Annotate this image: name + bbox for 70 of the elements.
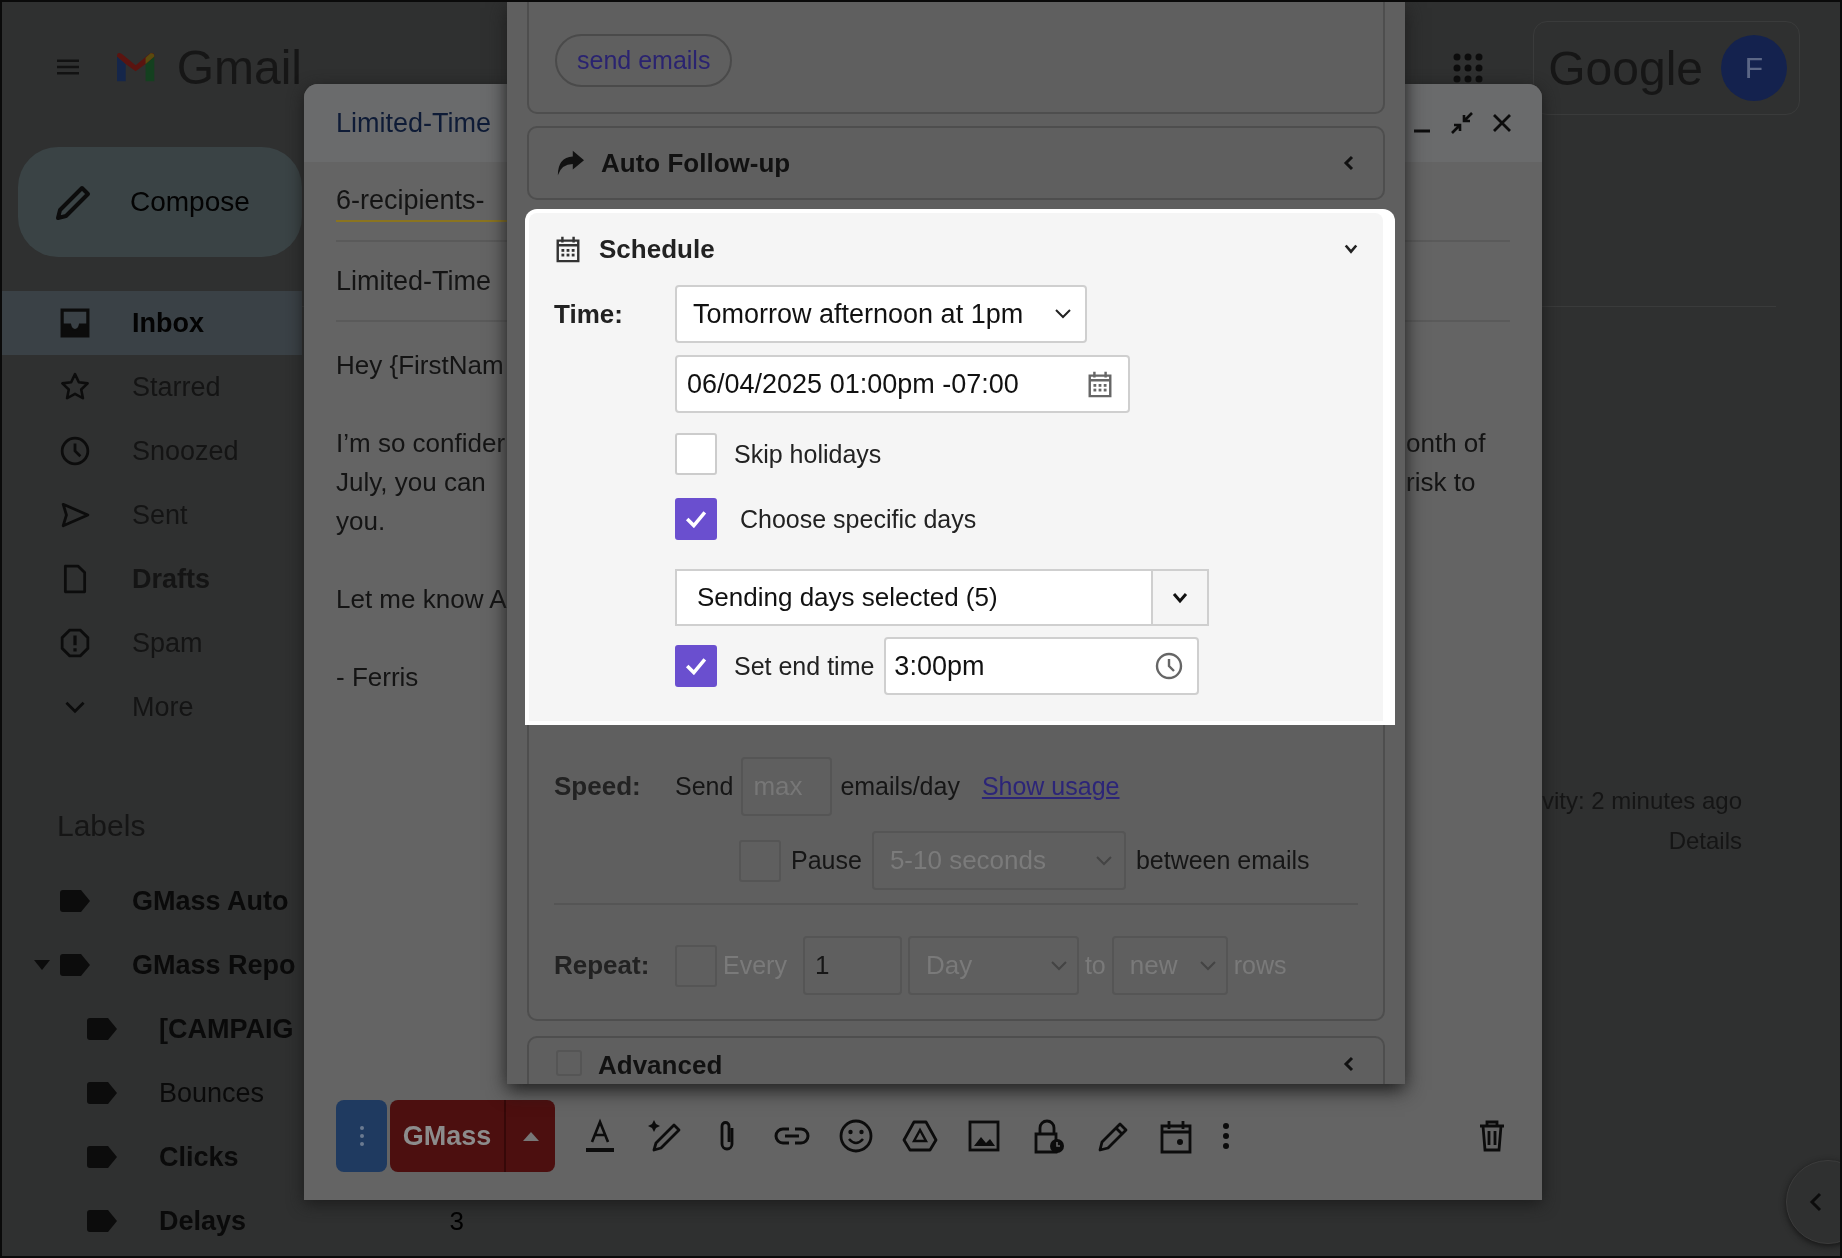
chevron-down-icon bbox=[1172, 591, 1188, 604]
body-text: you. bbox=[336, 505, 386, 538]
section-title[interactable]: Advanced bbox=[598, 1050, 723, 1081]
emoji-icon[interactable] bbox=[838, 1118, 874, 1154]
clock-icon bbox=[1155, 652, 1184, 680]
image-icon[interactable] bbox=[966, 1118, 1002, 1154]
sparkle-pencil-icon[interactable] bbox=[646, 1118, 682, 1154]
star-icon bbox=[60, 372, 90, 402]
calendar-icon bbox=[554, 235, 582, 263]
caret-down-icon bbox=[1095, 855, 1112, 866]
calendar-icon bbox=[1086, 370, 1114, 398]
body-text: I’m so confider bbox=[336, 427, 506, 460]
send-icon bbox=[60, 500, 90, 530]
send-emails-button[interactable]: send emails bbox=[555, 34, 733, 87]
repeat-label: Repeat: bbox=[554, 949, 651, 982]
label-icon bbox=[60, 954, 90, 976]
exit-fullscreen-icon[interactable] bbox=[1450, 111, 1474, 135]
checkbox[interactable] bbox=[675, 498, 717, 540]
body-text: - Ferris bbox=[336, 661, 419, 694]
days-select[interactable]: Sending days selected (5) bbox=[675, 569, 1151, 626]
clock-icon bbox=[60, 436, 90, 466]
checkbox-label: Choose specific days bbox=[740, 504, 977, 534]
avatar[interactable]: F bbox=[1721, 35, 1787, 101]
pause-label: Pause bbox=[791, 846, 862, 875]
end-time-field[interactable]: 3:00pm bbox=[884, 637, 1200, 695]
label-icon bbox=[87, 1210, 117, 1232]
time-select[interactable]: Tomorrow afternoon at 1pm bbox=[675, 285, 1087, 343]
calendar-icon[interactable] bbox=[1158, 1118, 1194, 1154]
label-icon bbox=[60, 890, 90, 912]
send-label: Send bbox=[675, 772, 734, 801]
body-text: Hey {FirstNam bbox=[336, 349, 504, 382]
accordion-header[interactable]: Auto Follow-up bbox=[527, 126, 1385, 200]
body-text: July, you can bbox=[336, 466, 486, 499]
subject-field[interactable]: Limited-Time bbox=[336, 265, 492, 297]
checkmark-icon bbox=[685, 510, 707, 528]
time-label: Time: bbox=[554, 298, 624, 331]
checkmark-icon bbox=[685, 657, 707, 675]
caret-down-icon bbox=[1199, 960, 1216, 971]
count-field[interactable]: 1 bbox=[802, 936, 902, 995]
chevron-left-icon bbox=[1809, 1192, 1823, 1212]
caret-up-icon bbox=[522, 1131, 539, 1141]
send-button[interactable]: GMass bbox=[390, 1100, 506, 1172]
label-icon bbox=[87, 1082, 117, 1104]
between-label: between emails bbox=[1135, 846, 1310, 875]
show-usage-link[interactable]: Show usage bbox=[981, 772, 1120, 801]
unit-label: emails/day bbox=[840, 772, 960, 801]
chevron-left-icon[interactable] bbox=[1342, 1056, 1356, 1072]
date-time-field[interactable]: 06/04/2025 01:00pm -07:00 bbox=[675, 355, 1130, 413]
compose-title: Limited-Time bbox=[336, 107, 492, 139]
nav-item[interactable]: Inbox bbox=[2, 291, 302, 355]
accordion-header[interactable]: Schedule bbox=[554, 213, 1358, 285]
body-text: Let me know A bbox=[336, 583, 507, 616]
more-vertical-icon bbox=[358, 1125, 365, 1147]
options-button[interactable] bbox=[336, 1100, 387, 1172]
label-icon bbox=[87, 1146, 117, 1168]
triangle-icon[interactable] bbox=[902, 1118, 938, 1154]
share-arrow-icon bbox=[556, 149, 584, 177]
checkbox[interactable] bbox=[675, 645, 717, 687]
compose-button[interactable]: Compose bbox=[18, 147, 302, 257]
inbox-icon bbox=[60, 308, 90, 338]
label-icon bbox=[87, 1018, 117, 1040]
body-text: onth of bbox=[1406, 427, 1487, 460]
body-text: risk to bbox=[1406, 466, 1477, 499]
caret-down-icon bbox=[1050, 960, 1067, 971]
speed-label: Speed: bbox=[554, 770, 642, 803]
caret-down-icon bbox=[1055, 309, 1071, 319]
send-options-button[interactable] bbox=[506, 1100, 555, 1172]
alert-icon bbox=[60, 628, 90, 658]
checkbox-label: Set end time bbox=[734, 651, 875, 681]
checkbox-label: Skip holidays bbox=[734, 439, 882, 469]
